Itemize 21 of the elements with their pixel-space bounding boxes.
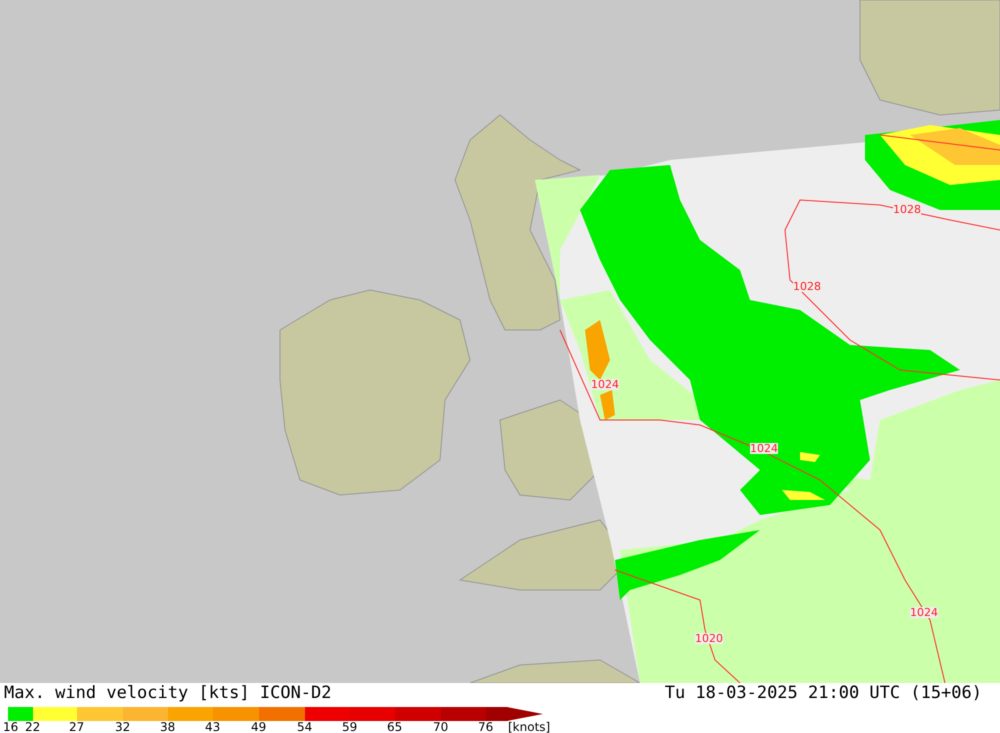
scale-tick-label: 38 [160,721,176,733]
scale-tick-label: 32 [115,721,130,733]
scale-tick-label: 70 [433,721,448,733]
scale-tick-label: 59 [342,721,358,733]
legend-title: Max. wind velocity [kts] ICON-D2 [4,683,332,703]
isobar-label: 1024 [750,443,778,454]
units-label: [knots] [508,721,550,733]
forecast-timestamp: Tu 18-03-2025 21:00 UTC (15+06) [664,683,982,703]
scale-tick-label: 76 [478,721,494,733]
isobar-label: 1024 [591,379,619,390]
scale-tick-label: 27 [69,721,84,733]
scale-tick-label: 49 [251,721,266,733]
scale-tick-label: 22 [25,721,40,733]
isobar-label: 1020 [695,633,723,644]
scale-tick-label: 54 [297,721,312,733]
isobar-label: 1028 [893,204,921,215]
scale-tick-label: 65 [387,721,402,733]
scale-tick-label: 43 [205,721,220,733]
scale-tick-label: 16 [3,721,18,733]
isobar-label: 1028 [793,281,821,292]
isobar-label: 1024 [910,607,938,618]
